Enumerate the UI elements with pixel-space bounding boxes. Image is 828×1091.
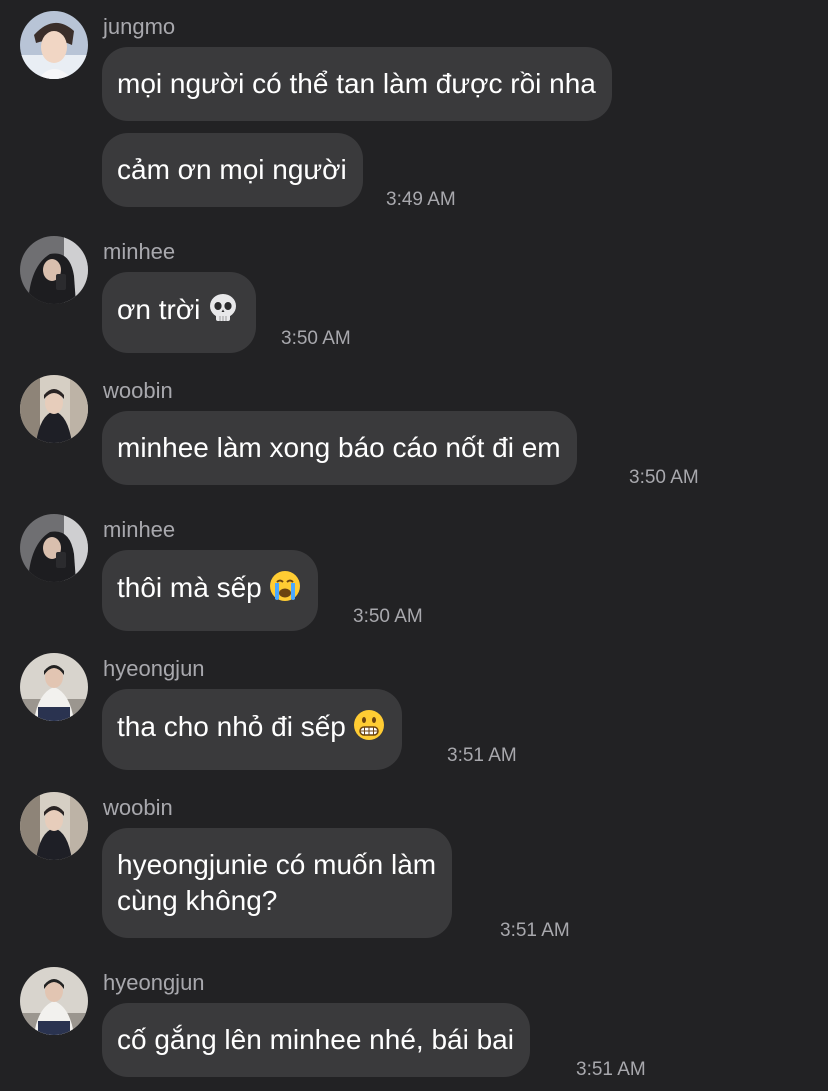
message-bubble[interactable]: ơn trời [102,272,257,353]
message-bubble[interactable]: cảm ơn mọi người [102,133,363,207]
sender-name: hyeongjun [103,656,205,681]
message-text: cố gắng lên minhee nhé, bái bai [117,1024,514,1055]
message-text: tha cho nhỏ đi sếp [117,711,346,742]
sender-name: woobin [103,795,173,820]
skull-emoji [206,291,240,334]
message-bubble[interactable]: mọi người có thể tan làm được rồi nha [102,47,612,121]
message-bubble[interactable]: thôi mà sếp [102,550,318,631]
message-text: mọi người có thể tan làm được rồi nha [117,68,596,99]
message-text: hyeongjunie có muốn làm cùng không? [117,849,437,916]
avatar-hyeongjun[interactable] [20,967,88,1035]
message-bubble[interactable]: minhee làm xong báo cáo nốt đi em [102,411,577,485]
message-timestamp: 3:50 AM [353,606,423,627]
message-bubble[interactable]: cố gắng lên minhee nhé, bái bai [102,1003,530,1077]
message-timestamp: 3:51 AM [576,1059,646,1080]
grimacing-face-emoji [352,708,386,751]
message-text: thôi mà sếp [117,572,262,603]
avatar-jungmo[interactable] [20,11,88,79]
sender-name: minhee [103,239,176,264]
message-text: cảm ơn mọi người [117,154,347,185]
message-timestamp: 3:50 AM [629,467,699,488]
message-timestamp: 3:50 AM [281,328,351,349]
message-text: ơn trời [117,294,201,325]
sender-name: woobin [103,378,173,403]
message-timestamp: 3:51 AM [447,745,517,766]
sender-name: jungmo [103,14,176,39]
message-timestamp: 3:49 AM [386,189,456,210]
sender-name: hyeongjun [103,970,205,995]
avatar-woobin[interactable] [20,792,88,860]
avatar-minhee[interactable] [20,236,88,304]
crying-face-emoji [268,569,302,612]
sender-name: minhee [103,517,176,542]
avatar-hyeongjun[interactable] [20,653,88,721]
avatar-minhee[interactable] [20,514,88,582]
message-bubble[interactable]: hyeongjunie có muốn làm cùng không? [102,828,453,938]
chat-thread: jungmo mọi người có thể tan làm được rồi… [0,0,828,1091]
message-timestamp: 3:51 AM [500,920,570,941]
message-text: minhee làm xong báo cáo nốt đi em [117,432,561,463]
message-bubble[interactable]: tha cho nhỏ đi sếp [102,689,402,770]
avatar-woobin[interactable] [20,375,88,443]
